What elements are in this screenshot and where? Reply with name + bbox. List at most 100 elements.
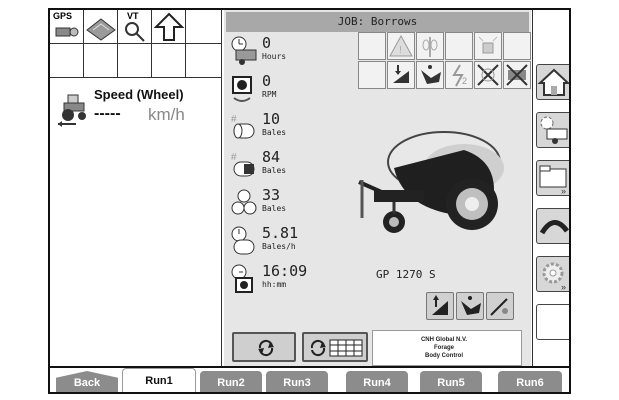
beacon-icon bbox=[474, 32, 502, 60]
knife-lower-icon bbox=[490, 298, 508, 316]
warning-triangle-icon: ! bbox=[387, 32, 415, 60]
bales-total-value: 10 bbox=[262, 110, 281, 128]
tab-run5[interactable]: Run5 bbox=[420, 371, 482, 392]
rpm-unit: RPM bbox=[262, 90, 277, 99]
gps-label: GPS bbox=[53, 11, 73, 21]
svg-text:#: # bbox=[231, 114, 237, 125]
bales-tied-unit: Bales bbox=[262, 204, 287, 213]
pickup-icon bbox=[539, 220, 569, 235]
svg-text:»: » bbox=[561, 282, 566, 291]
bale-tie-count-icon bbox=[231, 189, 257, 215]
back-button[interactable]: Back bbox=[56, 371, 118, 392]
pickup-button[interactable] bbox=[536, 208, 569, 244]
bales-wrapped-unit: Bales bbox=[262, 166, 287, 175]
bales-tied-value: 33 bbox=[262, 186, 281, 204]
folder-icon: » bbox=[539, 165, 567, 196]
refresh-icon bbox=[258, 339, 274, 357]
status-cell-empty-5 bbox=[152, 44, 186, 78]
baler-settings-button[interactable] bbox=[536, 112, 569, 148]
knife-engage-button[interactable] bbox=[456, 292, 484, 320]
rotor-off-icon bbox=[474, 61, 502, 89]
refresh-grid-icon bbox=[310, 339, 363, 357]
speed-value: ----- bbox=[94, 105, 121, 122]
bales-wrapped-value: 84 bbox=[262, 148, 281, 166]
gps-receiver-icon bbox=[55, 27, 79, 37]
tab-run6[interactable]: Run6 bbox=[498, 371, 562, 392]
rpm-value: 0 bbox=[262, 72, 272, 90]
knife-icon bbox=[416, 61, 444, 89]
gps-cell[interactable]: GPS bbox=[50, 10, 84, 44]
upload-cell[interactable] bbox=[152, 10, 186, 44]
reset-counter-button[interactable] bbox=[232, 332, 296, 362]
vt-search-icon bbox=[125, 22, 145, 42]
settings-button[interactable]: » bbox=[536, 256, 569, 292]
speed-unit: km/h bbox=[148, 105, 185, 124]
pickup-down-icon bbox=[387, 61, 415, 89]
bales-rate-unit: Bales/h bbox=[262, 242, 296, 251]
svg-text:»: » bbox=[561, 186, 566, 195]
terminal-frame: GPS VT Speed (Wheel) ----- km/h JOB: Bor… bbox=[48, 8, 571, 394]
home-button[interactable] bbox=[536, 64, 569, 100]
field-icon bbox=[86, 18, 116, 41]
counter-hours: 0 Hours bbox=[228, 34, 348, 70]
clock-pto-icon bbox=[231, 264, 253, 293]
status-cell-empty-6 bbox=[186, 44, 222, 78]
pickup-raise-icon bbox=[432, 295, 448, 315]
left-panel: GPS VT Speed (Wheel) ----- km/h bbox=[50, 10, 222, 366]
tab-run2[interactable]: Run2 bbox=[200, 371, 262, 392]
data-folder-button[interactable]: » bbox=[536, 160, 569, 196]
status-grid: GPS VT bbox=[50, 10, 222, 78]
time-value: 16:09 bbox=[262, 262, 308, 280]
counter-bales-total: # 10 Bales bbox=[228, 110, 348, 146]
speed-readout: Speed (Wheel) ----- km/h bbox=[54, 85, 219, 135]
bales-total-unit: Bales bbox=[262, 128, 287, 137]
tab-run3[interactable]: Run3 bbox=[266, 371, 328, 392]
hydraulic-icon: 2 bbox=[445, 61, 473, 89]
knife-lower-button[interactable] bbox=[486, 292, 514, 320]
hours-value: 0 bbox=[262, 34, 272, 52]
warning-slot-1 bbox=[358, 32, 386, 60]
manufacturer-line2: Forage bbox=[433, 345, 454, 351]
warning-slot-7 bbox=[358, 61, 386, 89]
field-cell[interactable] bbox=[84, 10, 118, 44]
warning-slot-6 bbox=[503, 32, 531, 60]
baler-machine-image bbox=[358, 131, 504, 233]
pickup-raise-button[interactable] bbox=[426, 292, 454, 320]
svg-text:!: ! bbox=[399, 45, 402, 56]
time-unit: hh:mm bbox=[262, 280, 287, 289]
run-tabs: Back Run1 Run2 Run3 Run4 Run5 Run6 bbox=[50, 366, 569, 392]
manufacturer-line1: CNH Global N.V. bbox=[420, 337, 468, 343]
baler-settings-icon bbox=[540, 116, 568, 144]
gear-icon: » bbox=[542, 262, 566, 292]
manufacturer-line3: Body Control bbox=[425, 353, 463, 359]
empty-softkey[interactable] bbox=[536, 304, 569, 340]
machine-model: GP 1270 S bbox=[376, 268, 436, 281]
clock-baler-icon bbox=[231, 36, 257, 65]
tractor-speed-icon bbox=[58, 94, 86, 127]
hours-unit: Hours bbox=[262, 52, 287, 61]
bales-rate-value: 5.81 bbox=[262, 224, 299, 242]
job-title: JOB: Borrows bbox=[226, 12, 529, 32]
counter-bales-wrapped: # 84 Bales bbox=[228, 148, 348, 184]
tab-run4[interactable]: Run4 bbox=[346, 371, 408, 392]
clock-bale-icon bbox=[231, 226, 255, 255]
status-cell-empty-4 bbox=[118, 44, 152, 78]
status-cell-empty-1 bbox=[186, 10, 222, 44]
counter-bales-tied: 33 Bales bbox=[228, 186, 348, 222]
svg-text:2: 2 bbox=[462, 76, 467, 86]
home-icon bbox=[537, 68, 569, 96]
manufacturer-text: CNH Global N.V. Forage Body Control bbox=[374, 336, 514, 360]
tab-run1[interactable]: Run1 bbox=[122, 368, 196, 392]
vt-cell[interactable]: VT bbox=[118, 10, 152, 44]
net-off-icon bbox=[503, 61, 531, 89]
status-cell-empty-2 bbox=[50, 44, 84, 78]
speed-title: Speed (Wheel) bbox=[94, 87, 184, 102]
pto-rpm-icon bbox=[232, 76, 252, 102]
counter-rpm: 0 RPM bbox=[228, 72, 348, 108]
crop-icon bbox=[416, 32, 444, 60]
counter-time: 16:09 hh:mm bbox=[228, 262, 348, 298]
reset-all-counters-button[interactable] bbox=[302, 332, 368, 362]
status-cell-empty-3 bbox=[84, 44, 118, 78]
main-panel: JOB: Borrows 0 Hours 0 RPM # 10 Bales # … bbox=[224, 10, 531, 366]
counter-bales-rate: 5.81 Bales/h bbox=[228, 224, 348, 260]
